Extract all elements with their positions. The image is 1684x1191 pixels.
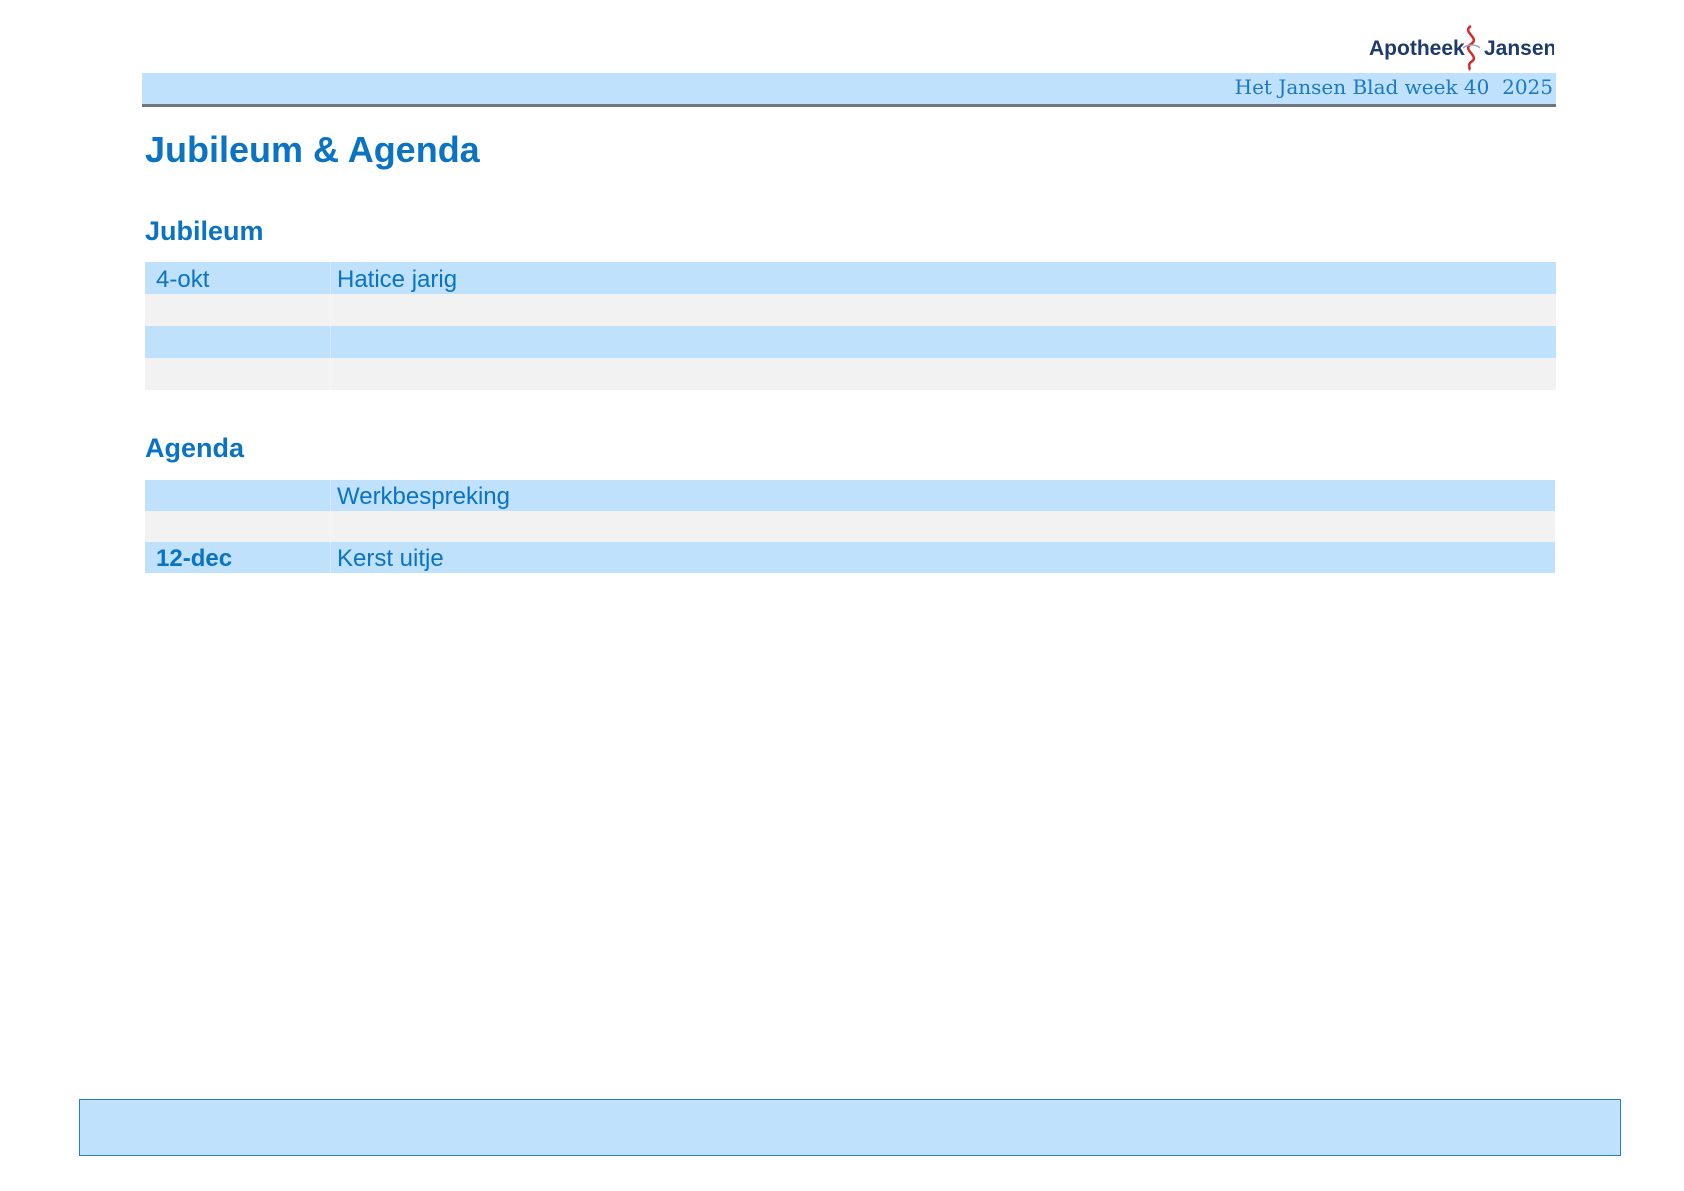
date-cell: [145, 511, 331, 542]
footer-box: [79, 1099, 1621, 1156]
date-cell: [145, 358, 331, 390]
event-cell: [331, 511, 1555, 542]
jubileum-section-title: Jubileum: [145, 216, 264, 246]
svg-text:Apotheek: Apotheek: [1369, 37, 1465, 60]
table-row: [145, 326, 1556, 358]
table-row: [145, 511, 1555, 542]
date-cell: 12-dec: [145, 542, 331, 573]
newsletter-issue-label: Het Jansen Blad week 40 2025: [1234, 75, 1553, 99]
event-cell: Werkbespreking: [337, 483, 510, 510]
event-cell: [331, 358, 1556, 390]
date-cell: [145, 294, 331, 326]
svg-text:Jansen: Jansen: [1484, 37, 1554, 60]
table-row: [145, 294, 1556, 326]
event-cell: [331, 326, 1556, 358]
jubileum-table: 4-okt Hatice jarig: [145, 262, 1556, 390]
table-row: Werkbespreking: [145, 480, 1555, 511]
date-cell: 4-okt: [145, 262, 331, 294]
date-cell: [145, 326, 331, 358]
event-cell: Hatice jarig: [337, 266, 458, 293]
table-row: [145, 358, 1556, 390]
agenda-table: Werkbespreking 12-dec Kerst uitje: [145, 480, 1555, 573]
apotheek-jansen-logo: Apotheek Jansen: [1368, 22, 1554, 72]
event-cell: [331, 294, 1556, 326]
header-band: Het Jansen Blad week 40 2025: [142, 73, 1556, 107]
table-row: 4-okt Hatice jarig: [145, 262, 1556, 294]
event-cell: Kerst uitje: [337, 545, 444, 572]
caduceus-icon: [1462, 24, 1481, 71]
page-title: Jubileum & Agenda: [145, 129, 480, 170]
agenda-section-title: Agenda: [145, 433, 245, 463]
date-cell: [145, 480, 331, 511]
table-row: 12-dec Kerst uitje: [145, 542, 1555, 573]
